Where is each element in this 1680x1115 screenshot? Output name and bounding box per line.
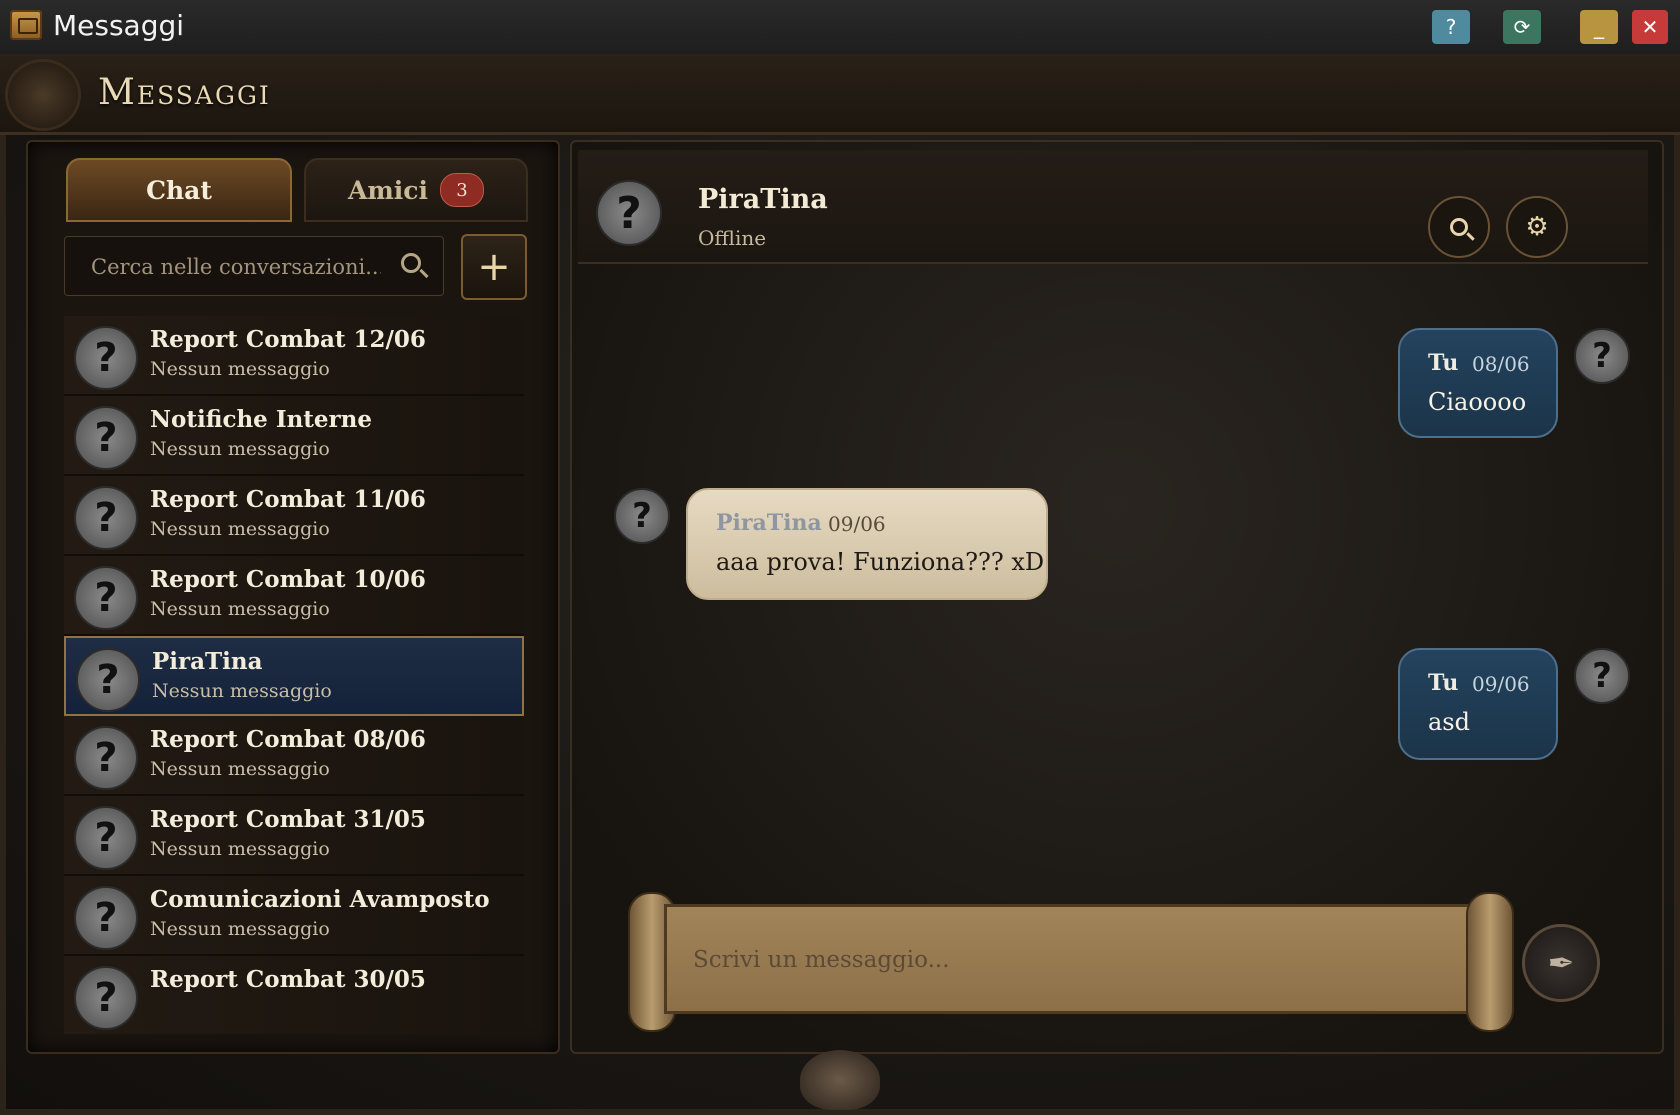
conversation-avatar: ? [74,326,138,390]
message-composer [664,904,1472,1014]
tab-friends-label: Amici [347,175,429,205]
conversation-avatar: ? [74,966,138,1030]
conversation-preview: Nessun messaggio [150,598,330,620]
conversation-name: Notifiche Interne [150,406,373,433]
title-bar: Messaggi ? ⟳ _ ✕ [0,0,1680,55]
conversation-list: ? Report Combat 12/06 Nessun messaggio? Not… [64,316,524,1034]
conversation-item[interactable]: ? Report Combat 10/06 Nessun messaggio [64,556,524,636]
message-date: 09/06 [828,512,886,536]
peer-avatar[interactable]: ? [596,180,662,246]
conversation-item[interactable]: ? Report Combat 31/05 Nessun messaggio [64,796,524,876]
conversation-search [64,236,444,296]
message-sender: PiraTina [716,510,822,536]
quill-icon: ✒ [1547,944,1575,982]
message-text: asd [1428,708,1470,736]
conversation-name: Report Combat 12/06 [150,326,426,353]
page-title: Messaggi [98,72,271,113]
conversation-name: Report Combat 30/05 [150,966,426,993]
message-avatar[interactable]: ? [1574,648,1630,704]
minimize-button[interactable]: _ [1580,10,1618,44]
conversation-avatar: ? [74,486,138,550]
conversation-item[interactable]: ? Report Combat 12/06 Nessun messaggio [64,316,524,396]
conversation-preview: Nessun messaggio [150,758,330,780]
conversation-name: Report Combat 11/06 [150,486,426,513]
skull-ornament-icon [8,62,78,128]
new-conversation-button[interactable]: + [461,234,527,300]
conversation-preview: Nessun messaggio [150,518,330,540]
conversation-item[interactable]: ? Report Combat 11/06 Nessun messaggio [64,476,524,556]
message-sender: Tu [1428,670,1459,696]
message-bubble: Tu 09/06 asd [1398,648,1558,760]
chat-header: ? PiraTina Offline ⚙ [578,150,1648,264]
message-date: 08/06 [1472,352,1530,376]
search-icon[interactable] [401,253,421,273]
message-avatar[interactable]: ? [614,488,670,544]
conversation-item[interactable]: ? Notifiche Interne Nessun messaggio [64,396,524,476]
message-avatar[interactable]: ? [1574,328,1630,384]
conversation-preview: Nessun messaggio [150,838,330,860]
peer-name: PiraTina [698,184,828,215]
message-sender: Tu [1428,350,1459,376]
tab-chat[interactable]: Chat [66,158,292,222]
conversation-item[interactable]: ? Comunicazioni Avamposto Nessun messaggio [64,876,524,956]
skull-ornament-icon [800,1050,880,1110]
conversation-preview: Nessun messaggio [150,918,330,940]
conversation-avatar: ? [76,648,140,712]
conversation-preview: Nessun messaggio [150,358,330,380]
conversation-name: Report Combat 10/06 [150,566,426,593]
friends-count-badge: 3 [440,173,485,207]
conversation-item[interactable]: ? Report Combat 30/05 [64,956,524,1034]
search-icon [1450,218,1468,236]
scroll-roll-right-icon [1466,892,1514,1032]
close-button[interactable]: ✕ [1632,10,1668,44]
chat-settings-button[interactable]: ⚙ [1506,196,1568,258]
tab-friends[interactable]: Amici 3 [304,158,528,222]
search-input[interactable] [89,249,383,285]
conversation-avatar: ? [74,806,138,870]
gear-icon: ⚙ [1525,212,1549,242]
conversation-preview: Nessun messaggio [150,438,330,460]
send-button[interactable]: ✒ [1522,924,1600,1002]
chat-search-button[interactable] [1428,196,1490,258]
conversation-item[interactable]: ? PiraTina Nessun messaggio [64,636,524,716]
conversation-avatar: ? [74,566,138,630]
refresh-button[interactable]: ⟳ [1503,10,1541,44]
conversation-name: Report Combat 08/06 [150,726,426,753]
message-bubble: Tu 08/06 Ciaoooo [1398,328,1558,438]
window-title: Messaggi [53,9,185,42]
help-button[interactable]: ? [1432,10,1470,44]
peer-status: Offline [698,226,767,250]
message-text: aaa prova! Funziona??? xD [716,548,1045,576]
tab-chat-label: Chat [146,175,212,205]
conversation-item[interactable]: ? Report Combat 08/06 Nessun messaggio [64,716,524,796]
conversation-preview: Nessun messaggio [152,680,332,702]
message-date: 09/06 [1472,672,1530,696]
conversation-avatar: ? [74,886,138,950]
conversation-name: Report Combat 31/05 [150,806,426,833]
message-text: Ciaoooo [1428,388,1527,416]
conversation-avatar: ? [74,406,138,470]
treasure-chest-icon [10,10,42,40]
conversation-name: Comunicazioni Avamposto [150,886,490,913]
message-bubble: PiraTina 09/06 aaa prova! Funziona??? xD [686,488,1048,600]
conversation-name: PiraTina [152,648,263,675]
conversation-avatar: ? [74,726,138,790]
message-input[interactable] [691,937,1435,983]
